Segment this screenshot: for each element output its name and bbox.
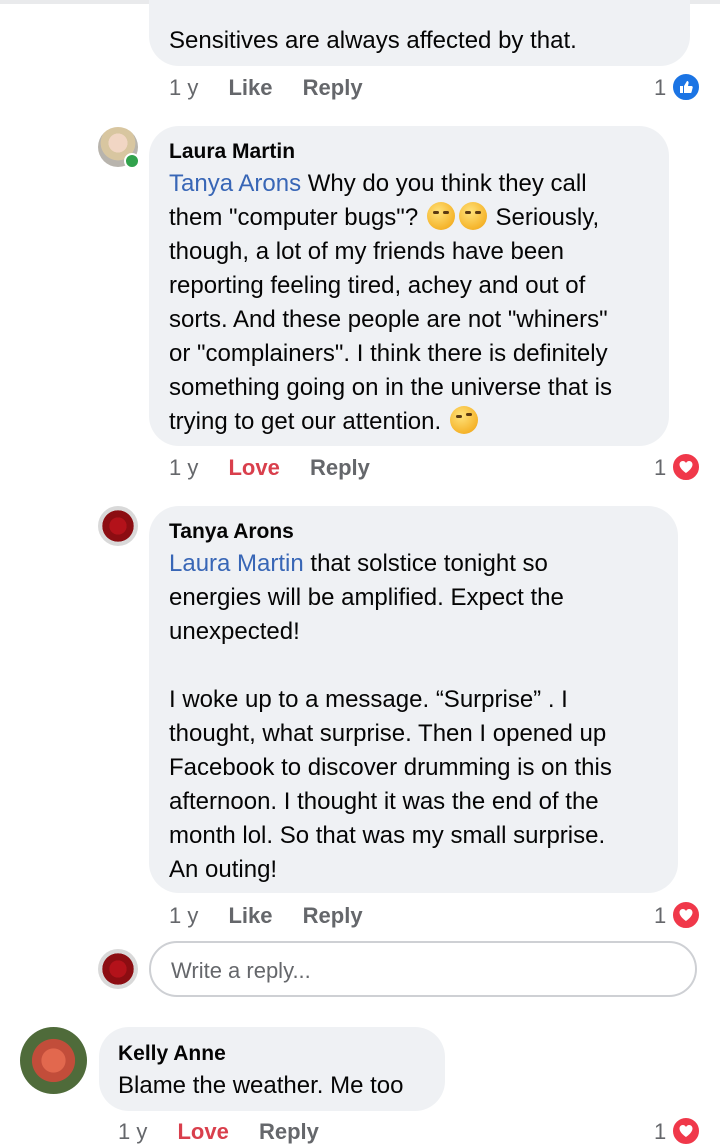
reply-input-container[interactable]: [149, 941, 697, 997]
comment-author[interactable]: Laura Martin: [169, 139, 295, 165]
comment-author[interactable]: Tanya Arons: [169, 519, 294, 545]
reaction-count[interactable]: 1: [654, 75, 666, 101]
reaction-count[interactable]: 1: [654, 903, 666, 929]
comment-actions: 1 y Love Reply: [118, 1119, 319, 1145]
reply-button[interactable]: Reply: [303, 903, 363, 928]
reply-button[interactable]: Reply: [259, 1119, 319, 1144]
write-reply-input[interactable]: [169, 955, 673, 987]
mention-link[interactable]: Laura Martin: [169, 550, 304, 577]
comment-time[interactable]: 1 y: [169, 75, 198, 100]
comment-text: Tanya Arons Why do you think they call t…: [169, 170, 612, 435]
comment-actions: 1 y Like Reply: [169, 75, 363, 101]
thinking-emoji-icon: [449, 406, 478, 434]
comment-author[interactable]: Kelly Anne: [118, 1041, 226, 1067]
relieved-emoji-icon: [458, 202, 487, 230]
reaction-count[interactable]: 1: [654, 455, 666, 481]
avatar[interactable]: [98, 506, 138, 546]
comment-text: Blame the weather. Me too: [118, 1072, 404, 1099]
comment-time[interactable]: 1 y: [118, 1119, 147, 1144]
smirk-emoji-icon: [426, 202, 455, 230]
online-status-dot: [124, 153, 140, 169]
mention-link[interactable]: Tanya Arons: [169, 170, 301, 197]
comment-actions: 1 y Like Reply: [169, 903, 363, 929]
comment-text: Laura Martin that solstice tonight so en…: [169, 550, 612, 883]
reaction-count[interactable]: 1: [654, 1119, 666, 1145]
comment-text: Sensitives are always affected by that.: [169, 27, 577, 54]
like-button[interactable]: Like: [228, 75, 272, 100]
like-icon[interactable]: [671, 72, 701, 102]
heart-icon[interactable]: [671, 900, 701, 930]
reply-button[interactable]: Reply: [303, 75, 363, 100]
comment-time[interactable]: 1 y: [169, 903, 198, 928]
current-user-avatar[interactable]: [98, 949, 138, 989]
comment-time[interactable]: 1 y: [169, 455, 198, 480]
comment-actions: 1 y Love Reply: [169, 455, 370, 481]
like-button[interactable]: Like: [228, 903, 272, 928]
avatar[interactable]: [20, 1027, 87, 1094]
heart-icon[interactable]: [671, 452, 701, 482]
love-button[interactable]: Love: [228, 455, 279, 480]
reply-button[interactable]: Reply: [310, 455, 370, 480]
love-button[interactable]: Love: [177, 1119, 228, 1144]
heart-icon[interactable]: [671, 1116, 701, 1146]
